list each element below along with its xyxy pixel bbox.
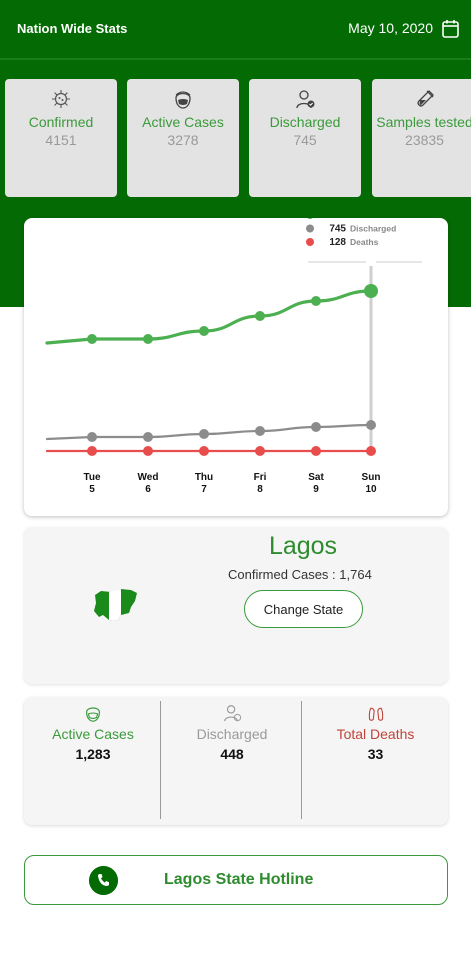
tooltip-value: 128 [329, 237, 346, 248]
stat-value: 3278 [167, 132, 199, 148]
stat-label: Discharged [269, 114, 341, 130]
breakdown-value: 1,283 [75, 746, 111, 762]
tooltip-value: 745 [329, 224, 346, 235]
tooltip-value: 4151 [324, 218, 347, 221]
current-date: May 10, 2020 [348, 20, 433, 36]
data-point [311, 446, 321, 456]
x-tick-day: Sun [362, 472, 381, 483]
data-point [199, 446, 209, 456]
data-point [366, 420, 376, 430]
header-divider [0, 58, 471, 60]
data-point [199, 326, 209, 336]
data-point [364, 284, 378, 298]
x-tick-date: 5 [89, 484, 95, 495]
stat-card-discharged[interactable]: Discharged 745 [249, 79, 361, 197]
data-point [255, 426, 265, 436]
test-tube-icon [416, 90, 434, 107]
stat-value: 4151 [45, 132, 77, 148]
phone-icon [89, 866, 118, 895]
calendar-icon[interactable] [442, 19, 459, 38]
change-state-button[interactable]: Change State [244, 590, 363, 628]
column-divider [160, 701, 161, 819]
state-breakdown: Active Cases 1,283 Discharged 448 Total … [24, 697, 448, 825]
data-point [87, 334, 97, 344]
data-point [311, 422, 321, 432]
hotline-label: Lagos State Hotline [164, 871, 314, 888]
breakdown-label: Active Cases [52, 726, 134, 742]
page-title: Nation Wide Stats [17, 21, 128, 36]
state-card: Lagos Confirmed Cases : 1,764 Change Sta… [24, 527, 448, 684]
x-tick-day: Fri [254, 472, 267, 483]
virus-icon [52, 90, 70, 108]
tooltip-label: Deaths [350, 237, 379, 247]
hotline-button[interactable]: Lagos State Hotline [24, 855, 448, 905]
breakdown-label: Total Deaths [336, 726, 415, 742]
stat-card-confirmed[interactable]: Confirmed 4151 [5, 79, 117, 197]
masked-face-icon [175, 91, 191, 109]
series-line-confirmed [45, 289, 373, 345]
trend-chart[interactable]: Tue5Wed6Thu7Fri8Sat9Sun10Current4151Conf… [24, 218, 448, 516]
tooltip-swatch [306, 238, 314, 246]
data-point [255, 446, 265, 456]
person-check-icon [296, 90, 315, 109]
x-tick-day: Sat [308, 472, 324, 483]
data-point [87, 432, 97, 442]
state-confirmed-cases: Confirmed Cases : 1,764 [228, 567, 372, 582]
stat-label: Active Cases [142, 114, 224, 130]
breakdown-discharged: Discharged 448 [162, 697, 302, 825]
trend-chart-card[interactable]: Tue5Wed6Thu7Fri8Sat9Sun10Current4151Conf… [24, 218, 448, 516]
data-point [311, 296, 321, 306]
masked-face-icon [86, 707, 100, 722]
data-point [87, 446, 97, 456]
breakdown-total-deaths: Total Deaths 33 [303, 697, 448, 825]
data-point [366, 446, 376, 456]
top-app-bar: Nation Wide Stats May 10, 2020 [0, 0, 471, 58]
stat-card-samples-tested[interactable]: Samples tested 23835 [372, 79, 471, 197]
breakdown-value: 448 [220, 746, 244, 762]
stat-label: Samples tested [376, 114, 471, 130]
data-point [143, 334, 153, 344]
feet-icon [368, 707, 383, 721]
breakdown-label: Discharged [196, 726, 268, 742]
x-tick-date: 8 [257, 484, 263, 495]
data-point [143, 446, 153, 456]
tooltip-label: Confirmed Cases [350, 218, 420, 220]
nigeria-map-icon [94, 589, 137, 621]
stat-value: 23835 [405, 132, 444, 148]
tooltip-swatch [306, 224, 314, 233]
x-tick-day: Wed [138, 472, 159, 483]
stat-value: 745 [293, 132, 317, 148]
data-point [199, 429, 209, 439]
breakdown-active-cases: Active Cases 1,283 [24, 697, 162, 825]
data-point [143, 432, 153, 442]
x-tick-day: Tue [83, 472, 100, 483]
stat-card-active-cases[interactable]: Active Cases 3278 [127, 79, 239, 197]
column-divider [301, 701, 302, 819]
x-tick-date: 7 [201, 484, 207, 495]
data-point [255, 311, 265, 321]
state-name: Lagos [268, 532, 338, 560]
x-tick-date: 10 [365, 484, 377, 495]
x-tick-day: Thu [195, 472, 213, 483]
breakdown-value: 33 [367, 746, 384, 762]
stat-label: Confirmed [28, 114, 94, 130]
x-tick-date: 6 [145, 484, 151, 495]
x-tick-date: 9 [313, 484, 319, 495]
person-check-icon [224, 705, 242, 722]
tooltip-label: Discharged [350, 224, 396, 234]
